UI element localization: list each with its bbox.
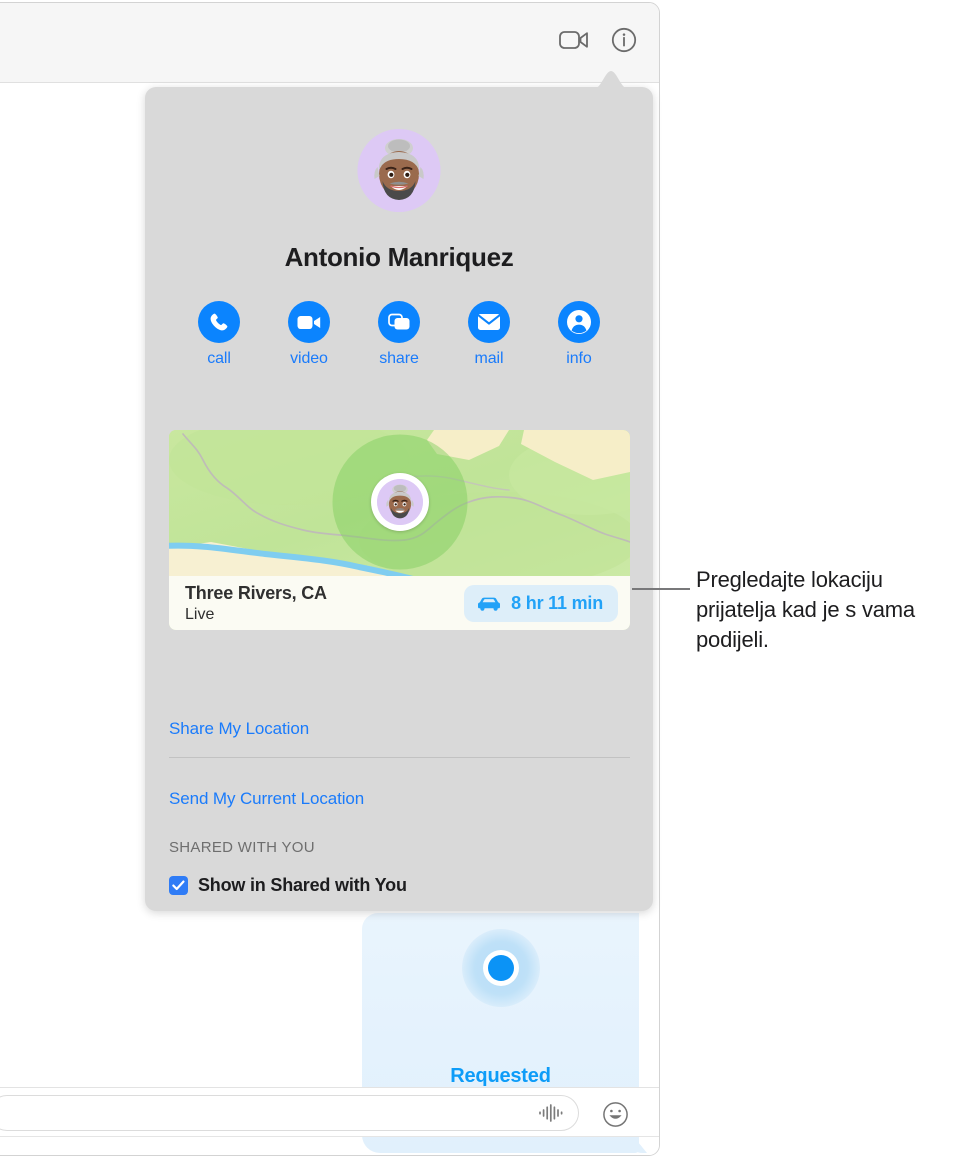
location-map-card[interactable]: Three Rivers, CA Live 8 hr 11 min [169,430,630,630]
screen-share-icon [378,301,420,343]
shared-with-you-header: SHARED WITH YOU [169,839,315,856]
eta-pill[interactable]: 8 hr 11 min [464,585,618,622]
location-dot-icon [461,929,540,1007]
bubble-title: Requested [450,1065,551,1087]
checkbox-checked[interactable] [169,876,188,895]
audio-waveform-icon[interactable] [538,1104,564,1122]
message-input[interactable] [0,1095,579,1131]
map-canvas [169,430,630,576]
annotation-leader-line [632,588,690,590]
toolbar-icon-group [559,27,637,53]
share-my-location-link[interactable]: Share My Location [169,719,309,739]
avatar [357,129,441,212]
info-circle-icon[interactable] [611,27,637,53]
place-status: Live [185,606,215,623]
call-button[interactable]: call [183,301,255,368]
mail-button[interactable]: mail [453,301,525,368]
car-icon [476,596,502,612]
mail-label: mail [474,350,504,367]
annotation-text: Pregledajte lokaciju prijatelja kad je s… [696,567,915,652]
send-my-current-location-link[interactable]: Send My Current Location [169,789,364,809]
video-label: video [290,350,328,367]
share-button[interactable]: share [363,301,435,368]
popover-divider [169,757,630,758]
window-toolbar [0,3,659,83]
compose-row [0,1088,659,1136]
person-circle-icon [558,301,600,343]
info-label: info [566,350,592,367]
map-info-bar: Three Rivers, CA Live 8 hr 11 min [169,576,630,630]
info-button[interactable]: info [543,301,615,368]
location-dot-core [487,955,514,981]
compose-divider-bottom [0,1136,659,1137]
checkmark-icon [172,880,185,891]
show-in-shared-with-you-label: Show in Shared with You [198,875,407,895]
show-in-shared-with-you-row[interactable]: Show in Shared with You [169,875,407,896]
page-title: Antonio Manriquez [284,242,514,272]
call-label: call [207,350,231,367]
phone-icon [198,301,240,343]
popover-pointer [592,71,630,90]
envelope-icon [468,301,510,343]
smiley-face-icon[interactable] [602,1101,629,1128]
eta-text: 8 hr 11 min [511,593,603,613]
contact-info-popover: Antonio Manriquez call video share mail … [145,87,653,911]
video-camera-icon[interactable] [559,29,589,51]
video-camera-icon [288,301,330,343]
place-name: Three Rivers, CA [185,583,327,603]
contact-action-row: call video share mail info [173,301,625,368]
share-label: share [379,350,419,367]
memoji-avatar [376,479,423,525]
map-user-pin[interactable] [370,473,429,531]
video-button[interactable]: video [273,301,345,368]
